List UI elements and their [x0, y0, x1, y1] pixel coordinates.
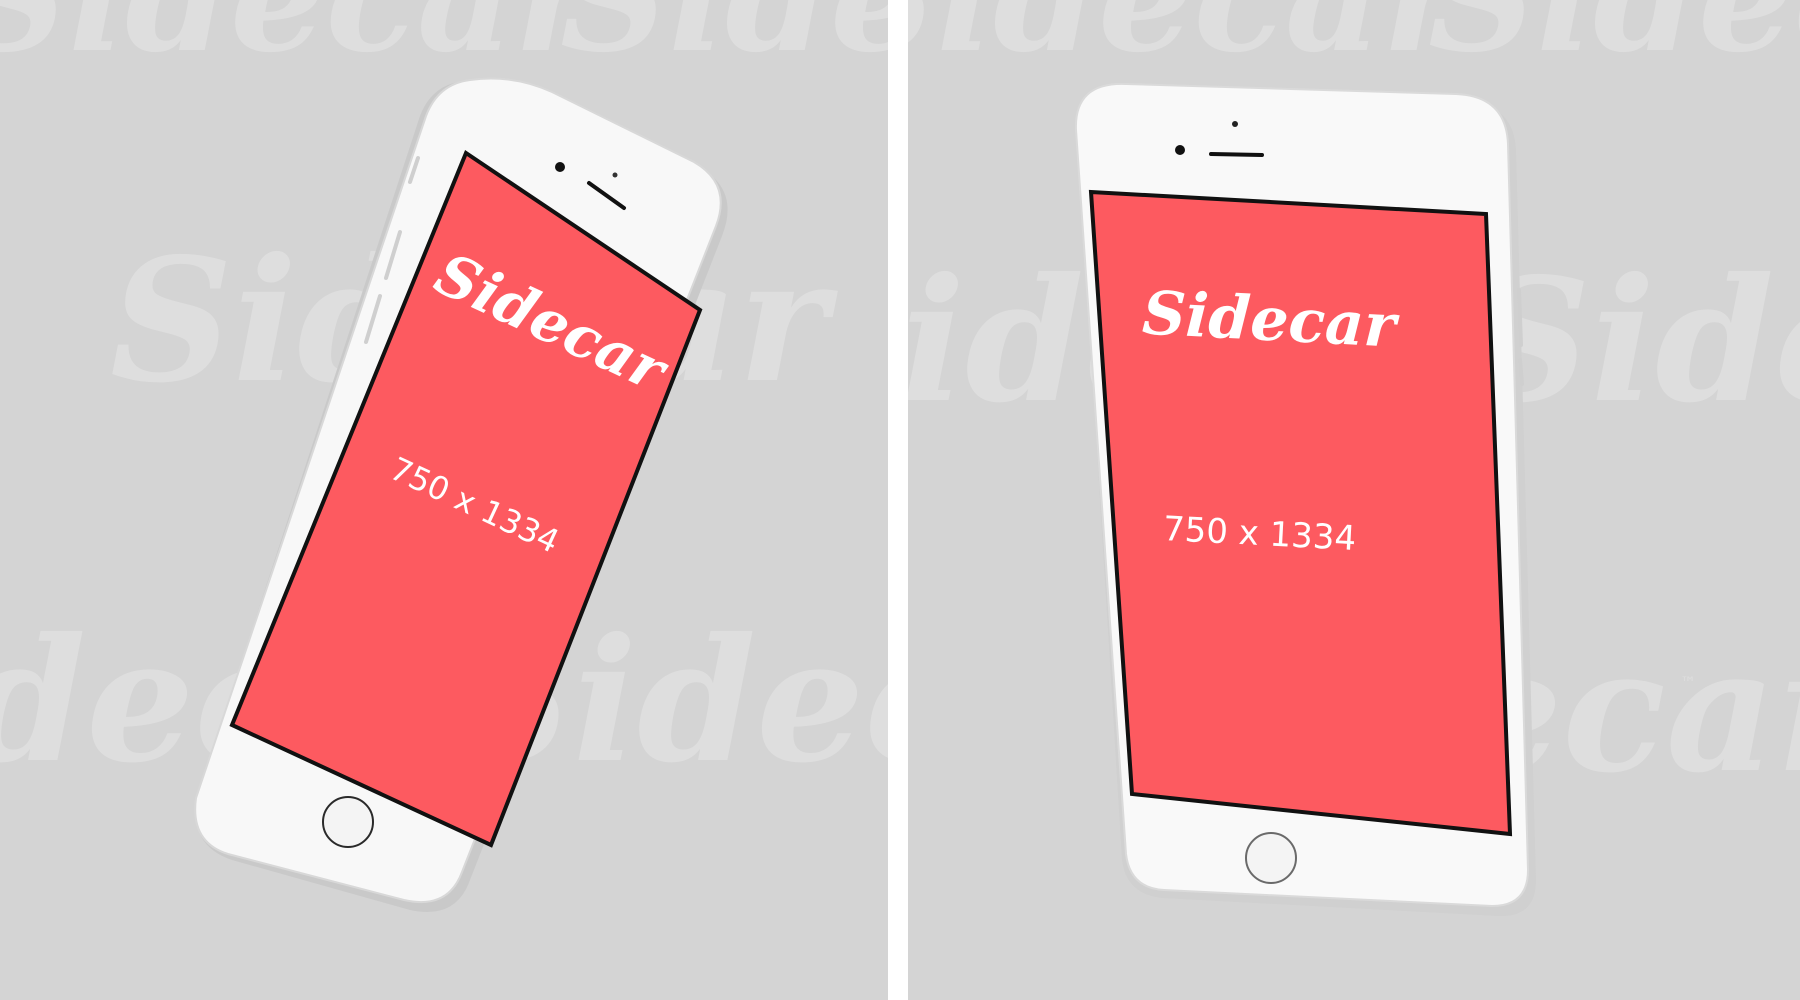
screen-logo-text: Sidecar [1141, 278, 1402, 361]
left-mockup-panel: Sidecar Sidecar Sidecar Sidecar Sidecar … [0, 0, 888, 1000]
phone-mockup-tilted: Sidecar 750 x 1334 [194, 77, 728, 912]
phone-mockup-front: Sidecar 750 x 1334 [1074, 82, 1536, 917]
front-camera-icon [555, 162, 565, 172]
proximity-sensor [612, 172, 618, 178]
home-button[interactable] [322, 796, 374, 848]
right-mockup-panel: Sidecar Sidecar Sidecar Sidecar Sidecar … [908, 0, 1800, 1000]
home-button[interactable] [1245, 832, 1297, 884]
phone-side-button [1518, 358, 1524, 386]
front-camera-icon [1175, 145, 1185, 155]
earpiece-speaker [1209, 152, 1264, 157]
proximity-sensor [1232, 121, 1238, 127]
phone-side-button [1517, 288, 1523, 347]
mockup-canvas: Sidecar Sidecar Sidecar Sidecar Sidecar … [0, 0, 1800, 1000]
